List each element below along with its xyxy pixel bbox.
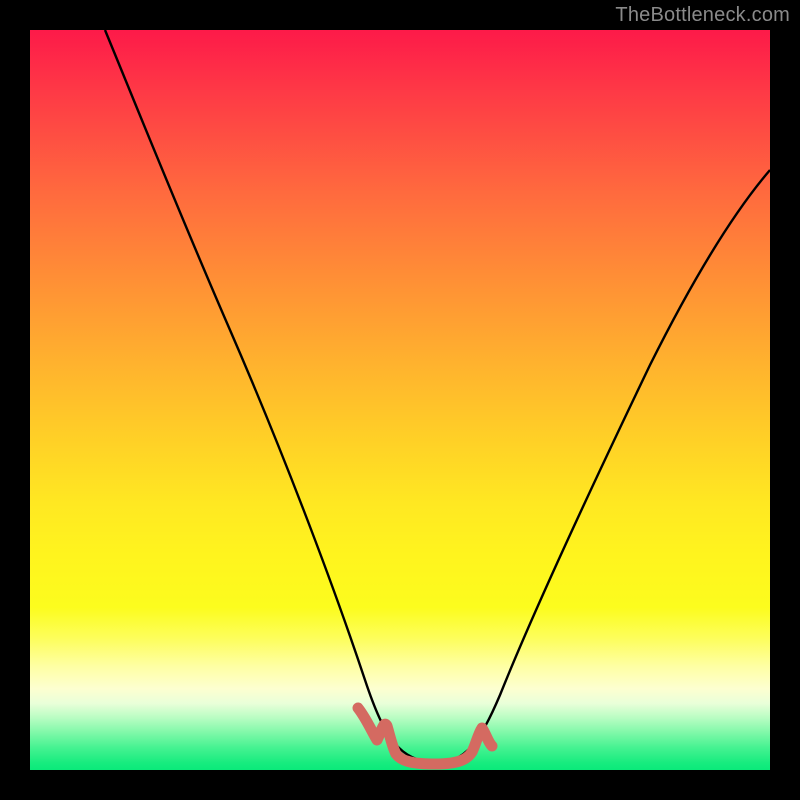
chart-frame: TheBottleneck.com	[0, 0, 800, 800]
bottleneck-curve	[105, 30, 770, 763]
plot-area	[30, 30, 770, 770]
watermark-text: TheBottleneck.com	[615, 4, 790, 27]
curve-svg	[30, 30, 770, 770]
